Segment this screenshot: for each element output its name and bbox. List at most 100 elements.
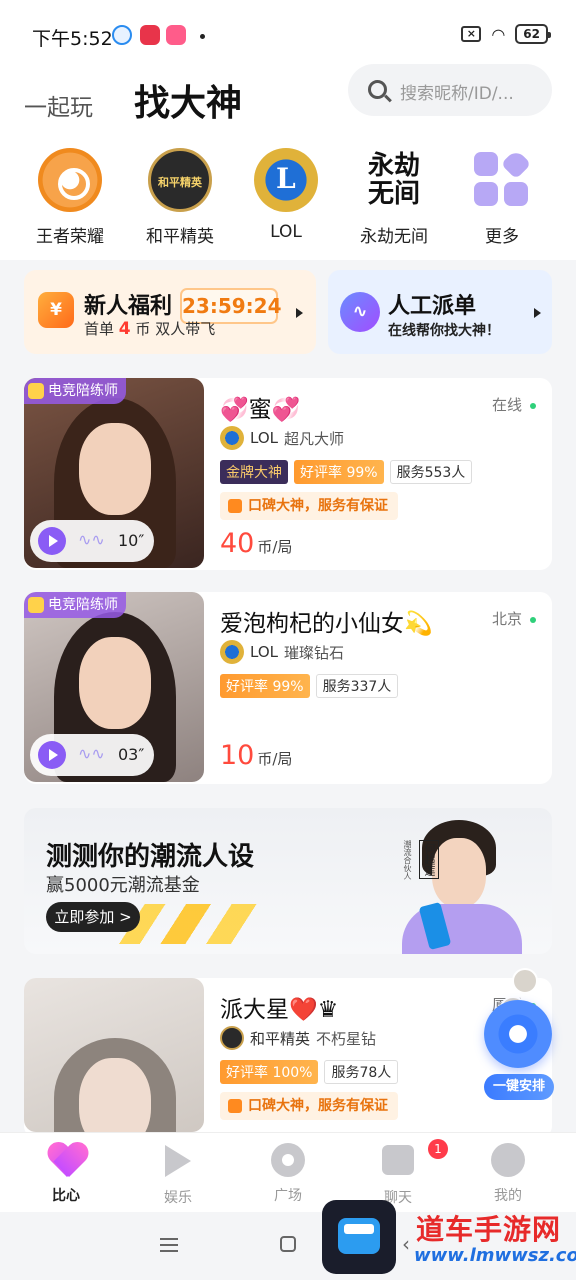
served-count-tag: 服务337人	[315, 674, 399, 698]
game-more[interactable]: 更多	[452, 148, 552, 247]
gold-master-tag: 金牌大神	[220, 460, 288, 484]
price-value: 40	[220, 528, 255, 559]
watermark-title: 道车手游网	[416, 1213, 562, 1246]
player-photo[interactable]	[24, 978, 204, 1132]
price-unit: 币/局	[257, 750, 293, 768]
photo-face	[79, 423, 151, 515]
tab-label: 比心	[52, 1188, 80, 1204]
coupon-yen-icon: ¥	[38, 292, 74, 328]
player-card[interactable]: 电竞陪练师 ∿∿ 10″ 💞蜜💞 在线 LOL 超凡大师 金牌大神 好评率 99…	[24, 378, 552, 570]
search-placeholder: 搜索昵称/ID/...	[400, 84, 514, 104]
player-card[interactable]: 电竞陪练师 ∿∿ 03″ 爱泡枸杞的小仙女💫 北京 LOL 璀璨钻石 好评率 9…	[24, 592, 552, 784]
naraka-icon: 永劫无间	[362, 148, 426, 212]
back-icon[interactable]: ‹	[402, 1232, 410, 1256]
play-icon	[160, 1145, 196, 1181]
tab-chat[interactable]: 1 聊天	[358, 1139, 448, 1207]
game-label: 王者荣耀	[36, 227, 104, 247]
player-game-line: LOL 璀璨钻石	[220, 640, 344, 664]
player-game: LOL	[250, 429, 278, 447]
status-bar: 下午5:52 × ◠ 62	[0, 0, 576, 70]
tab-find-master[interactable]: 找大神	[134, 74, 242, 126]
sim-off-icon: ×	[461, 26, 482, 42]
game-honor-of-kings[interactable]: 王者荣耀	[20, 148, 120, 247]
chevron-right-icon	[534, 308, 541, 318]
more-notifications-dot-icon	[200, 34, 205, 39]
tab-play-together[interactable]: 一起玩	[24, 88, 93, 122]
peace-elite-icon	[220, 1026, 244, 1050]
honor-of-kings-icon	[38, 148, 102, 212]
price-value: 10	[220, 740, 255, 771]
wifi-icon: ◠	[491, 24, 506, 44]
player-photo[interactable]: 电竞陪练师 ∿∿ 10″	[24, 378, 204, 568]
welfare-sub-prefix: 首单	[84, 320, 115, 338]
player-name: 💞蜜💞	[220, 397, 301, 423]
car-icon	[338, 1218, 380, 1254]
recent-apps-icon[interactable]	[160, 1238, 178, 1252]
play-icon[interactable]	[38, 527, 66, 555]
peace-elite-icon: 和平精英	[148, 148, 212, 212]
tab-me[interactable]: 我的	[468, 1143, 548, 1205]
play-icon[interactable]	[38, 741, 66, 769]
banner-star-name: 何超莲	[419, 840, 439, 879]
app-notification-icon	[166, 25, 186, 45]
voice-intro-player[interactable]: ∿∿ 10″	[30, 520, 154, 562]
game-peace-elite[interactable]: 和平精英 和平精英	[130, 148, 230, 247]
banner-star-face	[432, 838, 486, 908]
tab-square[interactable]: 广场	[248, 1143, 328, 1205]
tab-label: 我的	[494, 1188, 522, 1204]
player-game-line: 和平精英 不朽星钻	[220, 1026, 376, 1050]
player-name: 爱泡枸杞的小仙女💫	[220, 611, 433, 637]
watermark-logo	[322, 1200, 396, 1274]
voice-intro-player[interactable]: ∿∿ 03″	[30, 734, 154, 776]
bottom-tab-bar: 比心 娱乐 广场 1 聊天 我的	[0, 1132, 576, 1212]
app-notification-icon	[112, 25, 132, 45]
join-now-button[interactable]: 立即参加 >	[46, 902, 140, 932]
game-category-row: 王者荣耀 和平精英 和平精英 L LOL 永劫无间 永劫无间 更多	[0, 130, 576, 260]
thumbs-up-icon	[228, 499, 242, 513]
game-lol[interactable]: L LOL	[236, 148, 336, 242]
reputation-tag: 口碑大神，服务有保证	[220, 492, 398, 520]
chat-icon: 1	[380, 1139, 448, 1181]
new-user-welfare-card[interactable]: ¥ 新人福利 23:59:24 首单 4 币 双人带飞	[24, 270, 316, 354]
status-time: 下午5:52	[32, 28, 113, 50]
voice-duration: 03″	[118, 745, 145, 764]
tab-label: 广场	[274, 1188, 302, 1204]
lol-icon: L	[254, 148, 318, 212]
dispatch-title: 人工派单	[388, 294, 477, 319]
home-icon[interactable]	[280, 1236, 296, 1252]
player-rank: 璀璨钻石	[284, 643, 345, 662]
rating-tag: 好评率 99%	[294, 460, 384, 484]
player-rank: 超凡大师	[284, 429, 345, 448]
served-count-tag: 服务78人	[324, 1060, 399, 1084]
player-card[interactable]: 派大星❤️♛ 厦门 和平精英 不朽星钻 好评率 100% 服务78人 口碑大神，…	[24, 978, 552, 1138]
rating-tag: 好评率 100%	[220, 1060, 319, 1084]
waveform-icon: ∿∿	[78, 530, 105, 549]
coach-badge-label: 电竞陪练师	[48, 597, 118, 613]
player-price: 10 币/局	[220, 740, 292, 771]
player-tags: 金牌大神 好评率 99% 服务553人	[220, 460, 473, 484]
coach-badge-icon	[28, 597, 44, 613]
search-input[interactable]: 搜索昵称/ID/...	[348, 64, 552, 116]
player-photo[interactable]: 电竞陪练师 ∿∿ 03″	[24, 592, 204, 782]
player-name: 派大星❤️♛	[220, 997, 339, 1023]
rating-tag: 好评率 99%	[220, 674, 310, 698]
player-rank: 不朽星钻	[316, 1029, 377, 1048]
profile-icon	[490, 1143, 526, 1179]
quick-arrange-label: 一键安排	[484, 1074, 554, 1100]
tab-entertainment[interactable]: 娱乐	[138, 1143, 218, 1207]
quick-arrange-button[interactable]: 一键安排	[484, 996, 554, 1100]
player-location: 北京	[492, 608, 536, 629]
trend-persona-banner[interactable]: 测测你的潮流人设 赢5000元潮流基金 立即参加 > 何超莲 潮流合伙人	[24, 808, 552, 954]
tab-bixin[interactable]: 比心	[26, 1143, 106, 1205]
manual-dispatch-card[interactable]: ∿ 人工派单 在线帮你找大神！	[328, 270, 552, 354]
lol-icon	[220, 426, 244, 450]
photo-face	[79, 637, 151, 729]
battery-icon: 62	[515, 24, 551, 44]
search-icon	[368, 80, 387, 99]
more-grid-icon	[470, 148, 534, 212]
coach-badge-icon	[28, 383, 44, 399]
welfare-subtitle: 首单 4 币 双人带飞	[84, 318, 215, 339]
game-naraka[interactable]: 永劫无间 永劫无间	[344, 148, 444, 247]
voice-duration: 10″	[118, 531, 145, 550]
heart-icon	[48, 1143, 84, 1179]
